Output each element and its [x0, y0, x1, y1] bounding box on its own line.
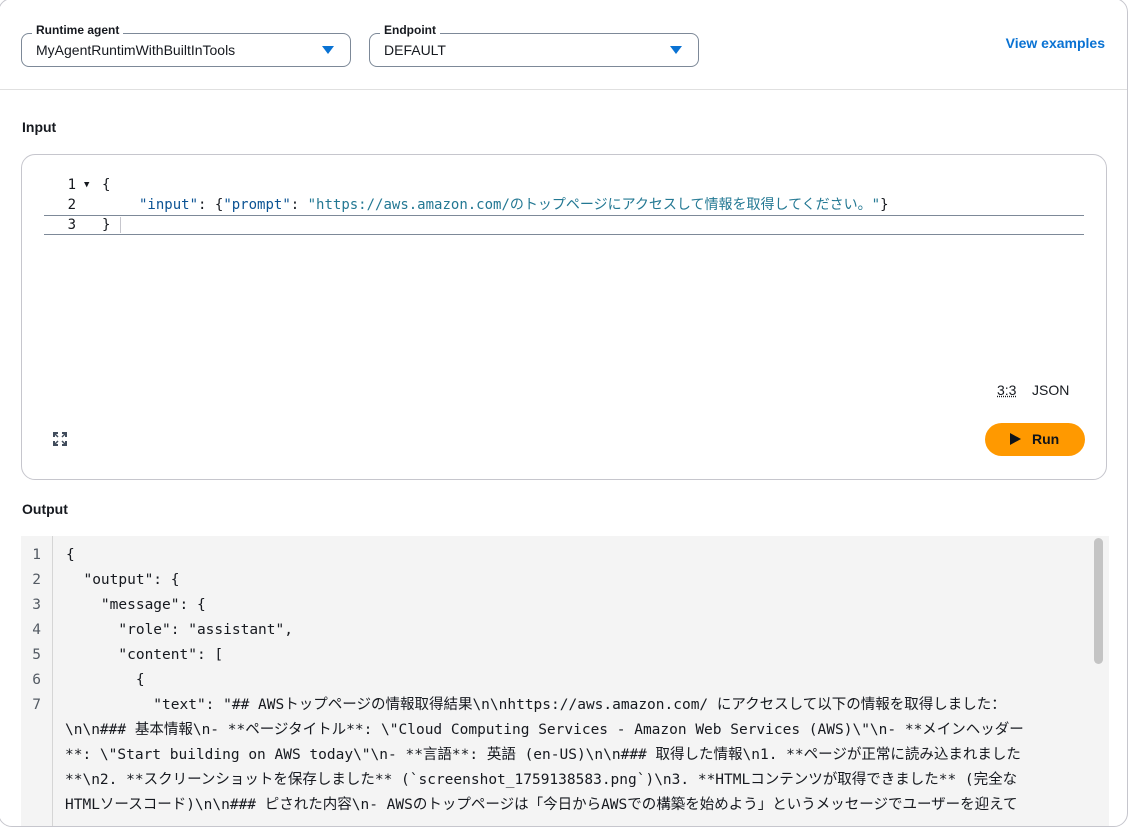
editor-line-3: 3 } — [22, 215, 1082, 235]
json-string: "https://aws.amazon.com/のトップページにアクセスして情報… — [307, 197, 881, 213]
json-punct: : — [290, 197, 308, 213]
line-text: \n\n### 基本情報\n- **ページタイトル**: \"Cloud Com… — [65, 722, 1024, 738]
view-examples-link[interactable]: View examples — [1006, 35, 1105, 51]
line-number: 6 — [32, 672, 41, 688]
json-key: "input" — [139, 197, 199, 213]
line-number: 3 — [67, 217, 76, 233]
cursor-position: 3:3 — [997, 382, 1017, 398]
caret-down-icon — [670, 46, 682, 54]
line-number: 2 — [32, 572, 41, 588]
line-text: } — [102, 217, 111, 233]
line-number: 7 — [32, 697, 41, 713]
line-text: "input": {"prompt": "https://aws.amazon.… — [139, 195, 889, 215]
fold-arrow-icon[interactable]: ▼ — [84, 175, 89, 195]
line-text: "message": { — [66, 597, 206, 613]
line-text: "output": { — [66, 572, 180, 588]
line-number: 1 — [67, 177, 76, 193]
runtime-agent-legend: Runtime agent — [32, 22, 124, 38]
text-cursor — [120, 217, 121, 233]
caret-down-icon — [322, 46, 334, 54]
line-number: 5 — [32, 647, 41, 663]
endpoint-value: DEFAULT — [384, 42, 446, 58]
input-heading: Input — [22, 119, 57, 135]
line-text: HTMLソースコード)\n\n### ピされた内容\n- AWSのトップページは… — [65, 797, 1018, 813]
play-icon — [1010, 433, 1021, 445]
json-punct: } — [880, 197, 889, 213]
run-button-label: Run — [1032, 431, 1060, 447]
line-number: 3 — [32, 597, 41, 613]
input-editor[interactable]: 1 ▼ { 2 "input": {"prompt": "https://aws… — [21, 154, 1107, 480]
line-number: 1 — [32, 547, 41, 563]
endpoint-legend: Endpoint — [380, 22, 440, 38]
line-text: **\n2. **スクリーンショットを保存しました** (`screenshot… — [65, 772, 1018, 788]
output-heading: Output — [22, 501, 68, 517]
fullscreen-icon[interactable] — [52, 431, 68, 447]
line-text: "content": [ — [66, 647, 224, 663]
line-text: { — [66, 672, 145, 688]
line-number: 2 — [67, 197, 76, 213]
json-punct: : { — [198, 197, 224, 213]
editor-line-2: 2 "input": {"prompt": "https://aws.amazo… — [22, 195, 1082, 215]
json-key: "prompt" — [223, 197, 291, 213]
line-text: **: \"Start building on AWS today\"\n- *… — [65, 747, 1021, 763]
line-text: { — [66, 547, 75, 563]
runtime-agent-select[interactable]: Runtime agent MyAgentRuntimWithBuiltInTo… — [21, 22, 351, 67]
output-scrollbar[interactable] — [1094, 538, 1103, 664]
language-label: JSON — [1032, 382, 1070, 398]
editor-line-1: 1 ▼ { — [22, 175, 1082, 195]
line-number: 4 — [32, 622, 41, 638]
output-viewer: 1 { 2 "output": { 3 "message": { 4 "role"… — [21, 536, 1109, 826]
run-button[interactable]: Run — [985, 423, 1085, 456]
agent-runtime-panel: Runtime agent MyAgentRuntimWithBuiltInTo… — [0, 0, 1128, 827]
line-text: "role": "assistant", — [66, 622, 293, 638]
line-text: { — [102, 177, 111, 193]
line-text: "text": "## AWSトップページの情報取得結果\n\nhttps://… — [66, 697, 1006, 713]
runtime-agent-value: MyAgentRuntimWithBuiltInTools — [36, 42, 236, 58]
selector-bar: Runtime agent MyAgentRuntimWithBuiltInTo… — [0, 0, 1127, 90]
endpoint-select[interactable]: Endpoint DEFAULT — [369, 22, 699, 67]
